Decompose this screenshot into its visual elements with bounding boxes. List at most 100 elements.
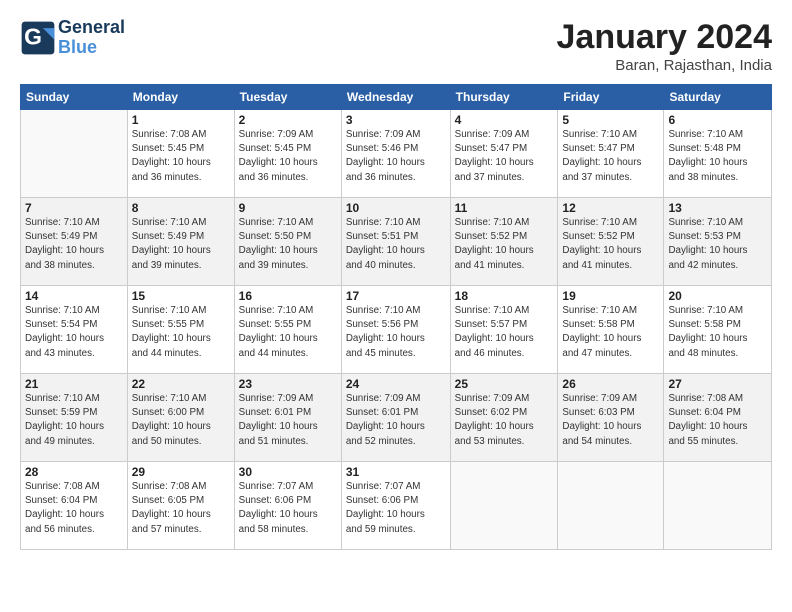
day-number: 3 <box>346 113 446 127</box>
day-number: 29 <box>132 465 230 479</box>
weekday-header-tuesday: Tuesday <box>234 85 341 110</box>
calendar-week-row: 14Sunrise: 7:10 AMSunset: 5:54 PMDayligh… <box>21 286 772 374</box>
day-number: 4 <box>455 113 554 127</box>
day-number: 17 <box>346 289 446 303</box>
calendar-week-row: 28Sunrise: 7:08 AMSunset: 6:04 PMDayligh… <box>21 462 772 550</box>
day-info: Sunrise: 7:09 AMSunset: 6:01 PMDaylight:… <box>239 392 337 449</box>
calendar-day-cell: 9Sunrise: 7:10 AMSunset: 5:50 PMDaylight… <box>234 198 341 286</box>
day-info: Sunrise: 7:07 AMSunset: 6:06 PMDaylight:… <box>346 480 446 537</box>
day-info: Sunrise: 7:10 AMSunset: 5:55 PMDaylight:… <box>239 304 337 361</box>
location-subtitle: Baran, Rajasthan, India <box>557 57 773 74</box>
day-number: 7 <box>25 201 123 215</box>
calendar-day-cell: 12Sunrise: 7:10 AMSunset: 5:52 PMDayligh… <box>558 198 664 286</box>
day-info: Sunrise: 7:10 AMSunset: 5:50 PMDaylight:… <box>239 216 337 273</box>
calendar-day-cell: 27Sunrise: 7:08 AMSunset: 6:04 PMDayligh… <box>664 374 772 462</box>
day-info: Sunrise: 7:09 AMSunset: 6:01 PMDaylight:… <box>346 392 446 449</box>
day-number: 28 <box>25 465 123 479</box>
day-info: Sunrise: 7:08 AMSunset: 6:05 PMDaylight:… <box>132 480 230 537</box>
calendar-day-cell: 16Sunrise: 7:10 AMSunset: 5:55 PMDayligh… <box>234 286 341 374</box>
calendar-week-row: 21Sunrise: 7:10 AMSunset: 5:59 PMDayligh… <box>21 374 772 462</box>
day-info: Sunrise: 7:10 AMSunset: 5:51 PMDaylight:… <box>346 216 446 273</box>
day-info: Sunrise: 7:08 AMSunset: 6:04 PMDaylight:… <box>25 480 123 537</box>
day-info: Sunrise: 7:10 AMSunset: 5:56 PMDaylight:… <box>346 304 446 361</box>
day-number: 25 <box>455 377 554 391</box>
day-number: 9 <box>239 201 337 215</box>
calendar-week-row: 1Sunrise: 7:08 AMSunset: 5:45 PMDaylight… <box>21 110 772 198</box>
day-info: Sunrise: 7:10 AMSunset: 5:54 PMDaylight:… <box>25 304 123 361</box>
calendar-day-cell: 4Sunrise: 7:09 AMSunset: 5:47 PMDaylight… <box>450 110 558 198</box>
calendar-day-cell: 17Sunrise: 7:10 AMSunset: 5:56 PMDayligh… <box>341 286 450 374</box>
day-info: Sunrise: 7:10 AMSunset: 6:00 PMDaylight:… <box>132 392 230 449</box>
day-info: Sunrise: 7:08 AMSunset: 5:45 PMDaylight:… <box>132 128 230 185</box>
calendar-day-cell: 21Sunrise: 7:10 AMSunset: 5:59 PMDayligh… <box>21 374 128 462</box>
day-info: Sunrise: 7:10 AMSunset: 5:59 PMDaylight:… <box>25 392 123 449</box>
day-number: 5 <box>562 113 659 127</box>
day-number: 27 <box>668 377 767 391</box>
day-info: Sunrise: 7:10 AMSunset: 5:57 PMDaylight:… <box>455 304 554 361</box>
svg-text:G: G <box>24 23 42 49</box>
day-number: 24 <box>346 377 446 391</box>
day-info: Sunrise: 7:09 AMSunset: 5:45 PMDaylight:… <box>239 128 337 185</box>
month-title: January 2024 <box>557 18 773 57</box>
calendar-day-cell: 11Sunrise: 7:10 AMSunset: 5:52 PMDayligh… <box>450 198 558 286</box>
page: G General Blue January 2024 Baran, Rajas… <box>0 0 792 612</box>
calendar-day-cell: 22Sunrise: 7:10 AMSunset: 6:00 PMDayligh… <box>127 374 234 462</box>
day-info: Sunrise: 7:09 AMSunset: 6:02 PMDaylight:… <box>455 392 554 449</box>
calendar-day-cell: 24Sunrise: 7:09 AMSunset: 6:01 PMDayligh… <box>341 374 450 462</box>
header: G General Blue January 2024 Baran, Rajas… <box>20 18 772 74</box>
day-info: Sunrise: 7:10 AMSunset: 5:58 PMDaylight:… <box>562 304 659 361</box>
day-number: 31 <box>346 465 446 479</box>
day-info: Sunrise: 7:08 AMSunset: 6:04 PMDaylight:… <box>668 392 767 449</box>
calendar-day-cell: 14Sunrise: 7:10 AMSunset: 5:54 PMDayligh… <box>21 286 128 374</box>
calendar-day-cell: 20Sunrise: 7:10 AMSunset: 5:58 PMDayligh… <box>664 286 772 374</box>
day-number: 1 <box>132 113 230 127</box>
day-number: 26 <box>562 377 659 391</box>
calendar-day-cell: 26Sunrise: 7:09 AMSunset: 6:03 PMDayligh… <box>558 374 664 462</box>
day-number: 14 <box>25 289 123 303</box>
weekday-header-row: SundayMondayTuesdayWednesdayThursdayFrid… <box>21 85 772 110</box>
calendar-table: SundayMondayTuesdayWednesdayThursdayFrid… <box>20 84 772 550</box>
day-number: 30 <box>239 465 337 479</box>
calendar-week-row: 7Sunrise: 7:10 AMSunset: 5:49 PMDaylight… <box>21 198 772 286</box>
day-number: 21 <box>25 377 123 391</box>
day-info: Sunrise: 7:10 AMSunset: 5:47 PMDaylight:… <box>562 128 659 185</box>
day-info: Sunrise: 7:09 AMSunset: 5:46 PMDaylight:… <box>346 128 446 185</box>
calendar-day-cell: 30Sunrise: 7:07 AMSunset: 6:06 PMDayligh… <box>234 462 341 550</box>
calendar-day-cell: 29Sunrise: 7:08 AMSunset: 6:05 PMDayligh… <box>127 462 234 550</box>
logo-text: General Blue <box>58 18 125 58</box>
day-number: 16 <box>239 289 337 303</box>
weekday-header-thursday: Thursday <box>450 85 558 110</box>
calendar-day-cell: 25Sunrise: 7:09 AMSunset: 6:02 PMDayligh… <box>450 374 558 462</box>
day-info: Sunrise: 7:10 AMSunset: 5:49 PMDaylight:… <box>25 216 123 273</box>
day-number: 19 <box>562 289 659 303</box>
weekday-header-friday: Friday <box>558 85 664 110</box>
day-info: Sunrise: 7:10 AMSunset: 5:53 PMDaylight:… <box>668 216 767 273</box>
logo: G General Blue <box>20 18 125 58</box>
day-number: 10 <box>346 201 446 215</box>
calendar-day-cell: 2Sunrise: 7:09 AMSunset: 5:45 PMDaylight… <box>234 110 341 198</box>
calendar-day-cell: 10Sunrise: 7:10 AMSunset: 5:51 PMDayligh… <box>341 198 450 286</box>
day-number: 20 <box>668 289 767 303</box>
calendar-day-cell: 8Sunrise: 7:10 AMSunset: 5:49 PMDaylight… <box>127 198 234 286</box>
calendar-day-cell: 28Sunrise: 7:08 AMSunset: 6:04 PMDayligh… <box>21 462 128 550</box>
day-info: Sunrise: 7:10 AMSunset: 5:58 PMDaylight:… <box>668 304 767 361</box>
day-info: Sunrise: 7:10 AMSunset: 5:55 PMDaylight:… <box>132 304 230 361</box>
day-number: 6 <box>668 113 767 127</box>
weekday-header-saturday: Saturday <box>664 85 772 110</box>
day-info: Sunrise: 7:10 AMSunset: 5:52 PMDaylight:… <box>455 216 554 273</box>
calendar-day-cell: 15Sunrise: 7:10 AMSunset: 5:55 PMDayligh… <box>127 286 234 374</box>
day-info: Sunrise: 7:10 AMSunset: 5:49 PMDaylight:… <box>132 216 230 273</box>
day-info: Sunrise: 7:10 AMSunset: 5:48 PMDaylight:… <box>668 128 767 185</box>
calendar-day-cell: 13Sunrise: 7:10 AMSunset: 5:53 PMDayligh… <box>664 198 772 286</box>
calendar-day-cell: 1Sunrise: 7:08 AMSunset: 5:45 PMDaylight… <box>127 110 234 198</box>
calendar-day-cell: 19Sunrise: 7:10 AMSunset: 5:58 PMDayligh… <box>558 286 664 374</box>
day-number: 8 <box>132 201 230 215</box>
calendar-day-cell <box>558 462 664 550</box>
weekday-header-sunday: Sunday <box>21 85 128 110</box>
weekday-header-monday: Monday <box>127 85 234 110</box>
logo-icon: G <box>20 20 56 56</box>
day-number: 12 <box>562 201 659 215</box>
calendar-day-cell: 23Sunrise: 7:09 AMSunset: 6:01 PMDayligh… <box>234 374 341 462</box>
day-info: Sunrise: 7:09 AMSunset: 5:47 PMDaylight:… <box>455 128 554 185</box>
calendar-day-cell <box>664 462 772 550</box>
